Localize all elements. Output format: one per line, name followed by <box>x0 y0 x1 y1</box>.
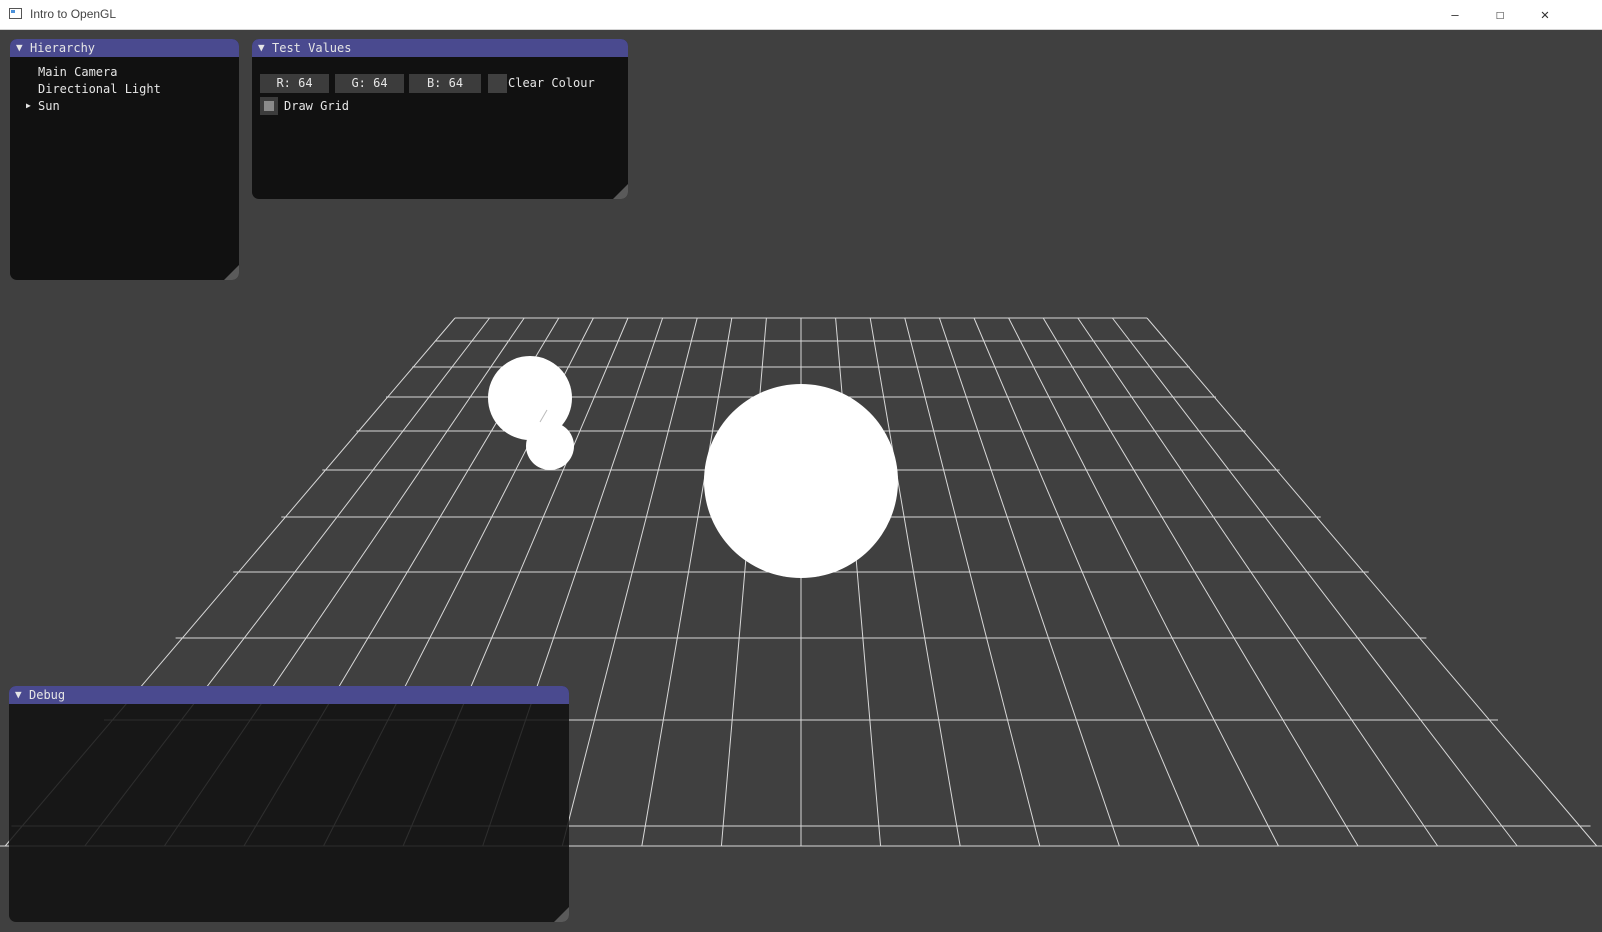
resize-grip-icon[interactable] <box>554 907 569 922</box>
close-button[interactable]: ✕ <box>1522 0 1568 30</box>
maximize-icon: ☐ <box>1495 7 1505 23</box>
hierarchy-item-main-camera[interactable]: Main Camera <box>38 65 117 79</box>
test-values-title: Test Values <box>272 41 352 55</box>
blue-channel-field[interactable]: B: 64 <box>409 74 481 93</box>
red-channel-field[interactable]: R: 64 <box>260 74 329 93</box>
hierarchy-item-sun[interactable]: Sun <box>38 99 60 113</box>
triangle-down-icon[interactable]: ▼ <box>258 39 265 57</box>
triangle-right-icon[interactable]: ▶ <box>26 101 31 110</box>
triangle-down-icon[interactable]: ▼ <box>16 39 23 57</box>
grid-line <box>1112 317 1518 847</box>
test-values-title-bar[interactable]: ▼ Test Values <box>252 39 628 57</box>
hierarchy-panel[interactable]: ▼ Hierarchy Main Camera Directional Ligh… <box>10 39 239 280</box>
sun-sphere[interactable] <box>704 384 898 578</box>
close-icon: ✕ <box>1540 7 1550 23</box>
minimize-icon: — <box>1451 8 1459 22</box>
green-channel-field[interactable]: G: 64 <box>335 74 404 93</box>
debug-panel[interactable]: ▼ Debug <box>9 686 569 922</box>
window-title: Intro to OpenGL <box>30 7 117 21</box>
grid-line <box>1077 317 1439 847</box>
checkbox-check-mark <box>264 101 274 111</box>
clear-colour-swatch[interactable] <box>488 74 507 93</box>
draw-grid-checkbox[interactable] <box>260 97 278 115</box>
resize-grip-icon[interactable] <box>224 265 239 280</box>
hierarchy-title: Hierarchy <box>30 41 96 55</box>
debug-title-bar[interactable]: ▼ Debug <box>9 686 569 704</box>
debug-title: Debug <box>29 688 66 702</box>
clear-colour-label: Clear Colour <box>508 76 595 90</box>
test-values-panel[interactable]: ▼ Test Values R: 64 G: 64 B: 64 Clear Co… <box>252 39 628 199</box>
triangle-down-icon[interactable]: ▼ <box>15 686 22 704</box>
maximize-button[interactable]: ☐ <box>1477 0 1523 30</box>
window-icon <box>9 8 22 19</box>
draw-grid-label: Draw Grid <box>284 99 350 113</box>
window-titlebar[interactable]: Intro to OpenGL — ☐ ✕ <box>0 0 1602 30</box>
grid-line <box>1146 317 1598 847</box>
resize-grip-icon[interactable] <box>613 184 628 199</box>
minimize-button[interactable]: — <box>1432 0 1478 30</box>
hierarchy-item-directional-light[interactable]: Directional Light <box>38 82 161 96</box>
moon-sphere[interactable] <box>526 422 574 470</box>
hierarchy-title-bar[interactable]: ▼ Hierarchy <box>10 39 239 57</box>
render-viewport[interactable]: ▼ Hierarchy Main Camera Directional Ligh… <box>0 30 1602 932</box>
